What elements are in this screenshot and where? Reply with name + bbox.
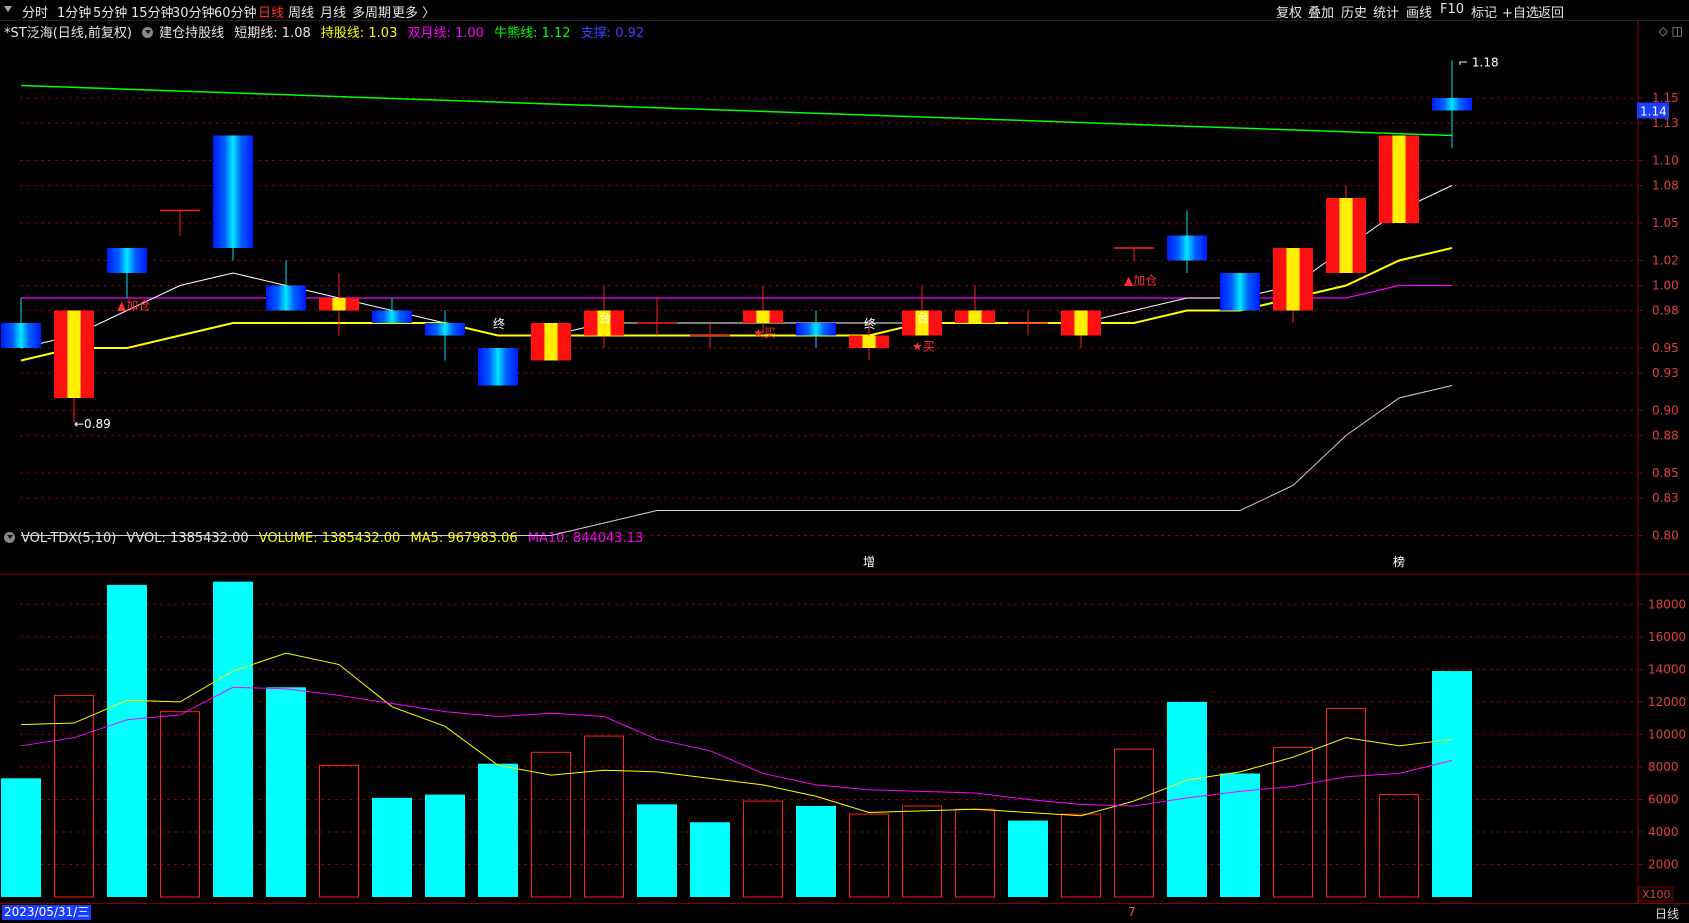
time-axis-bar [0,903,1689,923]
volume-bar [1326,707,1366,898]
support-line [21,385,1453,536]
volume-bar [319,764,359,898]
signal-label: 台 [917,310,929,325]
candle-body [1432,98,1472,111]
price-tick-label: 1.10 [1652,154,1679,168]
candle-body [955,310,995,323]
volume-tick-label: 18000 [1648,597,1686,611]
candle-body [319,298,359,311]
candle-body [531,323,571,361]
volume-unit-label: X100 [1642,888,1671,901]
price-tick-label: 0.90 [1652,404,1679,418]
price-tick-label: 0.95 [1652,341,1679,355]
signal-label: 终 [493,316,505,331]
price-tick-label: 0.80 [1652,529,1679,543]
volume-bar [1432,671,1472,897]
candle-body [849,335,889,348]
volume-tick-label: 2000 [1648,857,1679,871]
candle-body [478,348,518,386]
volume-tick-label: 12000 [1648,695,1686,709]
volume-bar [955,808,995,898]
volume-tick-label: 6000 [1648,792,1679,806]
volume-bar [54,694,94,898]
candle-body [1,323,41,348]
low-price-label: ←0.89 [74,417,111,431]
volume-bar [478,763,518,897]
candle-body [54,310,94,398]
candle-body [266,285,306,311]
volume-bar [584,735,624,898]
signal-label: 终 [864,316,876,331]
price-tick-label: 1.08 [1652,179,1679,193]
volume-bar [372,797,412,897]
candle-body [372,310,412,323]
price-tick-label: 0.98 [1652,304,1679,318]
candle-body [425,323,465,336]
signal-label: ▲加仓 [1124,273,1157,287]
price-tick-label: 1.00 [1652,279,1679,293]
volume-bar [796,805,836,897]
signal-label: ★买 [753,326,776,340]
volume-bar [425,794,465,897]
candle-body [213,135,253,248]
period-label: 日线 [1654,907,1679,921]
volume-tick-label: 4000 [1648,825,1679,839]
volume-bar [743,800,783,898]
candle-body [1326,198,1366,273]
volume-bar [266,687,306,897]
price-tick-label: 1.05 [1652,216,1679,230]
price-tick-label: 0.88 [1652,429,1679,443]
volume-bar [690,822,730,897]
volume-bar [1061,813,1101,898]
volume-bar [1167,701,1207,897]
bottom-mark-label: 榜 [1393,554,1405,569]
candle-body [796,323,836,336]
volume-bar [1220,773,1260,897]
price-tick-label: 0.85 [1652,466,1679,480]
price-tick-label: 0.83 [1652,491,1679,505]
signal-label: 台 [599,310,611,325]
volume-tick-label: 10000 [1648,727,1686,741]
bull-bear-line [20,84,1453,137]
candle-body [107,248,147,273]
volume-bar [1273,746,1313,898]
cursor-date: 2023/05/31/三 [2,905,92,920]
candle-body [1167,235,1207,261]
bottom-mark-label: 增 [863,555,875,569]
current-price-label: 1.14 [1640,105,1667,119]
price-tick-label: 1.02 [1652,254,1679,268]
signal-label: ★买 [912,340,935,354]
time-axis-marker: 7 [1128,905,1136,919]
signal-label: ▲加仓 [117,298,150,312]
kline-chart[interactable]: 1.151.131.101.081.051.021.000.980.950.93… [0,0,1689,922]
candle-body [1061,310,1101,336]
volume-bar [637,804,677,897]
volume-tick-label: 14000 [1648,662,1686,676]
volume-bar [1379,794,1419,898]
volume-bar [849,813,889,898]
high-price-label: ⌐ 1.18 [1458,56,1499,70]
volume-bar [902,805,942,898]
volume-bar [160,711,200,898]
volume-tick-label: 8000 [1648,760,1679,774]
candle-body [1379,135,1419,223]
candle-body [1220,273,1260,311]
volume-tick-label: 16000 [1648,630,1686,644]
volume-bar [1,778,41,897]
volume-bar [107,584,147,897]
volume-bar [213,581,253,897]
candle-body [743,310,783,323]
volume-bar [1114,748,1154,898]
candle-body [1273,248,1313,311]
volume-bar [1008,820,1048,897]
price-tick-label: 0.93 [1652,366,1679,380]
